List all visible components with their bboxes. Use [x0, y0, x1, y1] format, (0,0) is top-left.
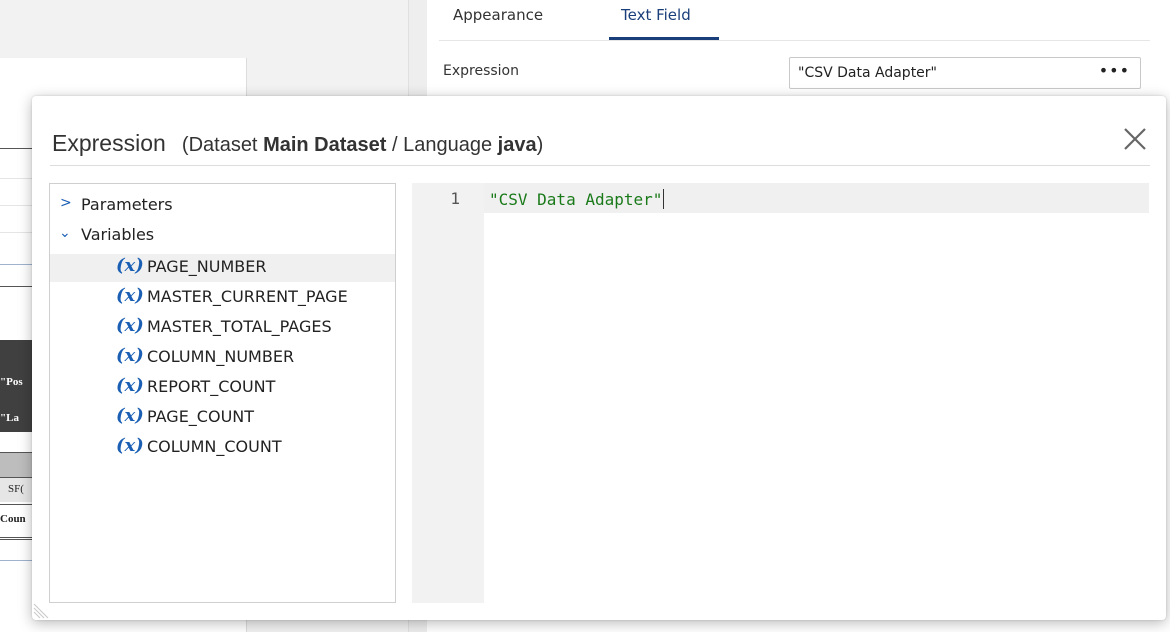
code-line[interactable]: "CSV Data Adapter" — [489, 189, 665, 209]
tree-variable-item[interactable]: (x) MASTER_CURRENT_PAGE — [50, 284, 395, 312]
expression-editor[interactable]: 1 "CSV Data Adapter" — [412, 183, 1149, 603]
line-number: 1 — [450, 189, 460, 208]
variable-name: COLUMN_COUNT — [147, 437, 282, 456]
variable-icon: (x) — [116, 345, 144, 366]
variable-icon: (x) — [116, 285, 144, 306]
expression-property-field[interactable]: "CSV Data Adapter" ••• — [789, 57, 1141, 89]
dataset-name: Main Dataset — [263, 134, 387, 156]
expression-property-label: Expression — [443, 63, 519, 79]
dialog-title-main: Expression — [52, 130, 166, 156]
variable-name: MASTER_TOTAL_PAGES — [147, 317, 332, 336]
subtitle-prefix: (Dataset — [181, 134, 264, 156]
variable-name: MASTER_CURRENT_PAGE — [147, 287, 348, 306]
variable-icon: (x) — [116, 435, 144, 456]
chevron-down-icon[interactable]: ⌄ — [59, 225, 71, 241]
variable-name: PAGE_NUMBER — [147, 257, 267, 276]
variable-icon: (x) — [116, 255, 144, 276]
text-caret — [663, 189, 665, 209]
close-icon[interactable] — [1120, 124, 1150, 154]
line-number-gutter: 1 — [412, 183, 484, 603]
band-text: Coun — [0, 513, 26, 525]
resize-grip-icon[interactable] — [32, 602, 50, 620]
active-tab-indicator — [609, 37, 719, 40]
expression-property-value: "CSV Data Adapter" — [798, 65, 937, 81]
tree-variable-item[interactable]: (x) PAGE_COUNT — [50, 404, 395, 432]
tree-variable-item[interactable]: (x) COLUMN_NUMBER — [50, 344, 395, 372]
tree-variable-item[interactable]: (x) PAGE_NUMBER — [50, 254, 395, 282]
variable-icon: (x) — [116, 315, 144, 336]
chevron-right-icon[interactable]: > — [60, 195, 72, 211]
title-divider — [50, 165, 1150, 166]
variable-icon: (x) — [116, 375, 144, 396]
variable-name: REPORT_COUNT — [147, 377, 276, 396]
tree-variable-item[interactable]: (x) MASTER_TOTAL_PAGES — [50, 314, 395, 342]
variable-name: PAGE_COUNT — [147, 407, 255, 426]
band-text: "La — [0, 412, 19, 424]
tree-node-label: Parameters — [81, 195, 173, 214]
tree-variable-item[interactable]: (x) REPORT_COUNT — [50, 374, 395, 402]
tree-node-label: Variables — [81, 225, 155, 244]
variable-icon: (x) — [116, 405, 144, 426]
subtitle-suffix: ) — [536, 134, 544, 156]
property-tabs: Appearance Text Field — [439, 0, 1150, 41]
string-literal: "CSV Data Adapter" — [489, 190, 663, 209]
subtitle-mid: / Language — [386, 134, 498, 156]
variable-name: COLUMN_NUMBER — [147, 347, 295, 366]
more-options-button[interactable]: ••• — [1099, 61, 1130, 80]
expression-tree: > Parameters ⌄ Variables (x) PAGE_NUMBER… — [49, 183, 396, 603]
tree-variable-item[interactable]: (x) COLUMN_COUNT — [50, 434, 395, 462]
language-name: java — [497, 134, 537, 156]
tree-node-variables[interactable]: ⌄ Variables — [50, 222, 395, 250]
dialog-subtitle: (Dataset Main Dataset / Language java) — [182, 134, 543, 156]
tab-text-field[interactable]: Text Field — [621, 6, 691, 24]
band-text: "Pos — [0, 376, 23, 388]
tab-appearance[interactable]: Appearance — [453, 6, 543, 24]
expression-dialog: Expression (Dataset Main Dataset / Langu… — [32, 96, 1166, 620]
dialog-title: Expression (Dataset Main Dataset / Langu… — [52, 130, 543, 157]
tree-node-parameters[interactable]: > Parameters — [50, 192, 395, 220]
